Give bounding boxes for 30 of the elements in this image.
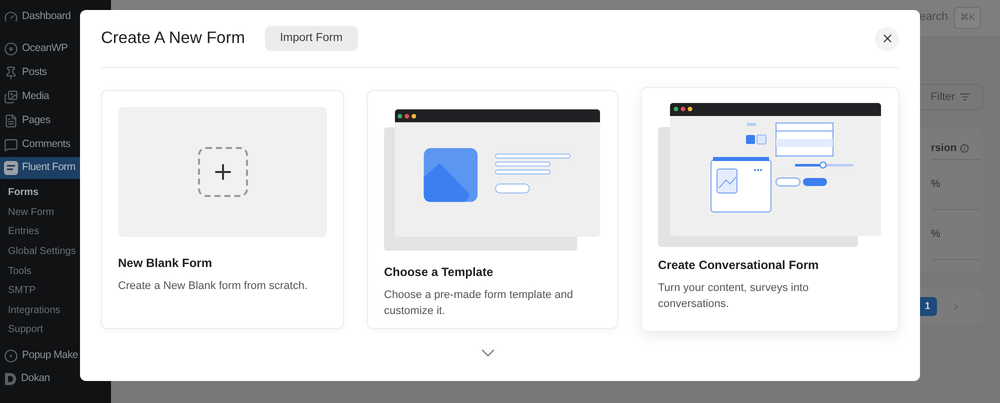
option-card[interactable]: Create Conversational Form Turn your content, surveys into conversations. — [641, 87, 899, 332]
option-title: Choose a Template — [384, 264, 494, 281]
table-cell-text: % — [931, 226, 940, 242]
sidebar-item[interactable]: Dokan — [0, 368, 111, 391]
gauge-icon — [4, 10, 18, 24]
option-card[interactable]: Choose a Template Choose a pre-made form template and customize it. — [367, 90, 618, 329]
sidebar-item[interactable]: Posts — [0, 61, 111, 85]
option-title: New Blank Form — [118, 255, 214, 272]
close-icon — [880, 32, 894, 45]
add-icon — [198, 147, 248, 197]
modal-title: Create A New Form — [101, 28, 245, 50]
filter-icon — [960, 92, 970, 102]
option-card[interactable]: New Blank Form Create a New Blank form from scratch. — [101, 90, 344, 329]
option-description: Turn your content, surveys into conversations. — [658, 281, 810, 312]
popup-icon — [4, 349, 18, 364]
info-icon — [960, 144, 969, 153]
option-description: Create a New Blank form from scratch. — [118, 279, 309, 294]
sidebar-item[interactable]: Popup Make — [0, 344, 111, 368]
pin-icon — [4, 66, 18, 80]
table-cell-text: % — [931, 176, 940, 192]
option-description: Choose a pre-made form template and customize it. — [384, 288, 574, 319]
comment-icon — [4, 138, 18, 152]
option-title: Create Conversational Form — [658, 257, 820, 274]
import-button[interactable]: Import Form — [264, 26, 358, 51]
pages-icon — [4, 114, 18, 128]
form-icon — [4, 161, 18, 175]
ring-icon — [4, 42, 18, 56]
media-icon — [4, 90, 18, 104]
close-button[interactable] — [875, 26, 899, 50]
column-header: rsion — [931, 140, 957, 156]
